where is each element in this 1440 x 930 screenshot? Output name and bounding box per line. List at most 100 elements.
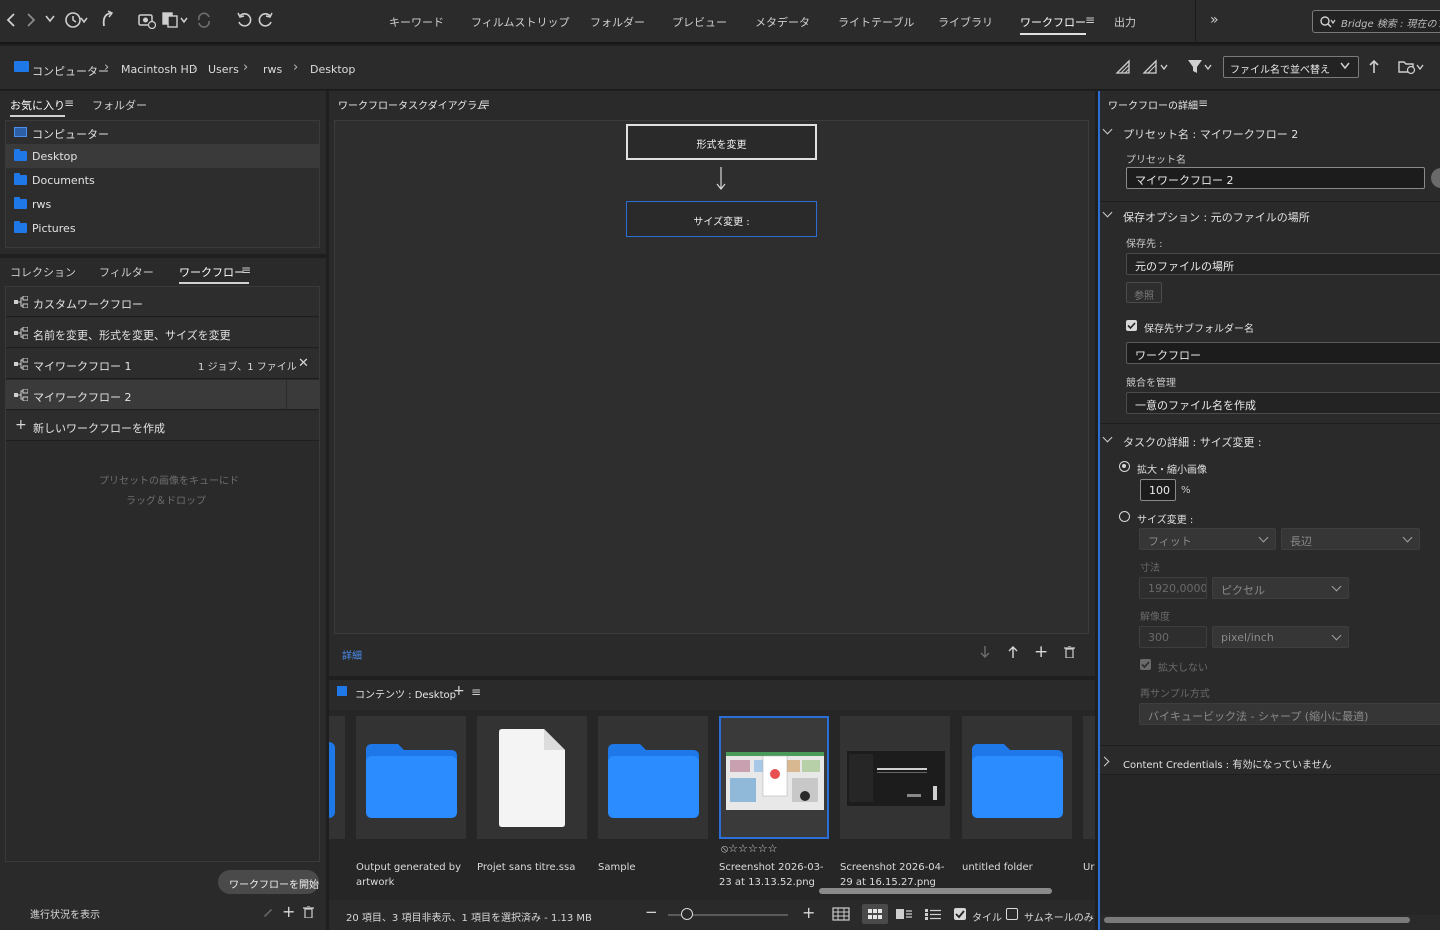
tab-favorites[interactable]: お気に入り bbox=[10, 97, 65, 117]
panel-menu-icon[interactable]: ≡ bbox=[1198, 96, 1208, 110]
rotate-right-icon[interactable] bbox=[258, 11, 274, 29]
favorite-rws[interactable]: rws bbox=[6, 192, 319, 216]
trash-icon[interactable] bbox=[303, 906, 314, 918]
task-details-header[interactable]: タスクの詳細 : サイズ変更 : bbox=[1123, 434, 1262, 450]
nav-preview[interactable]: プレビュー bbox=[672, 14, 727, 30]
nav-filmstrip[interactable]: フィルムストリップ bbox=[471, 14, 570, 30]
more-workspaces-icon[interactable]: » bbox=[1210, 12, 1219, 28]
grid-lock-icon[interactable] bbox=[832, 907, 850, 921]
favorite-desktop[interactable]: Desktop bbox=[6, 144, 319, 168]
nav-metadata[interactable]: メタデータ bbox=[755, 14, 810, 30]
panel-menu-icon[interactable]: ≡ bbox=[241, 263, 251, 277]
zoom-out-icon[interactable]: − bbox=[645, 903, 658, 921]
workflow-item-my-workflow-1[interactable]: マイワークフロー 1 1 ジョブ、1 ファイル ✕ bbox=[6, 349, 319, 379]
browse-button[interactable]: 参照 bbox=[1126, 282, 1162, 303]
refine-icon[interactable] bbox=[162, 11, 190, 29]
resolution-unit-select[interactable]: pixel/inch bbox=[1212, 626, 1349, 648]
preset-section-header[interactable]: プリセット名 : マイワークフロー 2 bbox=[1123, 126, 1298, 142]
breadcrumb-rws[interactable]: rws bbox=[263, 63, 282, 76]
bridge-search-input[interactable]: Bridge 検索 : 現在のフ... bbox=[1312, 10, 1440, 33]
tab-workflow[interactable]: ワークフロー bbox=[179, 264, 249, 284]
camera-import-icon[interactable] bbox=[138, 11, 156, 29]
diagram-step-format[interactable]: 形式を変更 bbox=[626, 124, 817, 160]
filter-icon[interactable] bbox=[1187, 58, 1215, 76]
horizontal-scrollbar[interactable] bbox=[819, 888, 1052, 894]
create-new-workflow[interactable]: + 新しいワークフローを作成 bbox=[6, 411, 319, 441]
nav-output[interactable]: 出力 bbox=[1114, 14, 1136, 30]
resolution-input[interactable]: 300 bbox=[1139, 626, 1207, 648]
breadcrumb-macintosh-hd[interactable]: Macintosh HD bbox=[121, 63, 197, 76]
tab-folders[interactable]: フォルダー bbox=[92, 97, 147, 113]
no-enlarge-checkbox[interactable] bbox=[1140, 659, 1151, 670]
content-item-partial[interactable] bbox=[329, 716, 345, 839]
trash-icon[interactable] bbox=[1064, 646, 1075, 658]
open-recent-folder-icon[interactable] bbox=[1398, 58, 1426, 76]
panel-menu-icon[interactable]: ≡ bbox=[471, 685, 481, 699]
rotate-left-icon[interactable] bbox=[236, 11, 252, 29]
save-to-select[interactable]: 元のファイルの場所 bbox=[1126, 253, 1440, 275]
show-progress-link[interactable]: 進行状況を表示 bbox=[30, 906, 100, 921]
content-item-folder[interactable] bbox=[356, 716, 466, 839]
content-item-image-selected[interactable] bbox=[719, 716, 829, 839]
favorite-pictures[interactable]: Pictures bbox=[6, 216, 319, 240]
breadcrumb-computer[interactable]: コンピューター bbox=[32, 63, 109, 79]
content-credentials-header[interactable]: Content Credentials : 有効になっていません bbox=[1123, 756, 1332, 771]
zoom-in-icon[interactable]: + bbox=[802, 903, 815, 922]
diagram-step-resize[interactable]: サイズ変更 : bbox=[626, 201, 817, 237]
content-item-folder[interactable] bbox=[598, 716, 708, 839]
scale-percent-input[interactable]: 100 bbox=[1140, 479, 1176, 501]
tab-collections[interactable]: コレクション bbox=[10, 264, 76, 280]
breadcrumb-users[interactable]: Users bbox=[208, 63, 239, 76]
edge-select[interactable]: 長辺 bbox=[1281, 528, 1420, 550]
back-icon[interactable] bbox=[6, 12, 16, 28]
nav-workflow[interactable]: ワークフロー bbox=[1020, 14, 1086, 35]
panel-menu-icon[interactable]: ≡ bbox=[64, 96, 74, 110]
nav-keyword[interactable]: キーワード bbox=[389, 14, 444, 30]
add-task-icon[interactable]: + bbox=[1034, 642, 1048, 662]
dimension-input[interactable]: 1920,0000 bbox=[1139, 577, 1207, 599]
preset-name-input[interactable]: マイワークフロー 2 bbox=[1126, 167, 1425, 189]
workspace-menu-icon[interactable]: ≡ bbox=[1085, 13, 1095, 27]
fit-select[interactable]: フィット bbox=[1139, 528, 1276, 550]
details-link[interactable]: 詳細 bbox=[342, 647, 362, 662]
rating-stars[interactable]: ⦸☆☆☆☆☆ bbox=[721, 842, 777, 856]
move-down-icon[interactable] bbox=[979, 645, 991, 659]
move-up-icon[interactable] bbox=[1007, 645, 1019, 659]
workflow-item-custom[interactable]: カスタムワークフロー bbox=[6, 287, 319, 317]
return-icon[interactable] bbox=[100, 10, 114, 30]
tile-checkbox[interactable] bbox=[954, 908, 966, 920]
resample-select[interactable]: バイキュービック法 - シャープ (縮小に最適) bbox=[1139, 703, 1440, 725]
panel-menu-icon[interactable]: ≡ bbox=[480, 96, 490, 110]
view-list-icon[interactable] bbox=[924, 907, 942, 921]
content-item-folder[interactable] bbox=[962, 716, 1072, 839]
content-item-file[interactable] bbox=[477, 716, 587, 839]
forward-icon[interactable] bbox=[26, 12, 36, 28]
sync-icon[interactable] bbox=[196, 11, 212, 29]
content-item-partial[interactable] bbox=[1083, 716, 1095, 839]
add-tab-icon[interactable]: + bbox=[453, 683, 465, 699]
nav-folders[interactable]: フォルダー bbox=[590, 14, 645, 30]
start-workflow-button[interactable]: ワークフローを開始 bbox=[218, 870, 319, 894]
favorite-documents[interactable]: Documents bbox=[6, 168, 319, 192]
sort-rating-icon[interactable] bbox=[1142, 59, 1170, 75]
sort-ascending-icon[interactable] bbox=[1368, 59, 1380, 75]
favorite-computer[interactable]: コンピューター bbox=[6, 120, 319, 144]
breadcrumb-desktop[interactable]: Desktop bbox=[310, 63, 355, 76]
edit-icon[interactable] bbox=[262, 906, 274, 918]
subfolder-name-input[interactable]: ワークフロー bbox=[1126, 342, 1440, 364]
tab-filter[interactable]: フィルター bbox=[99, 264, 154, 280]
subfolder-checkbox[interactable] bbox=[1126, 320, 1137, 331]
workflow-item-rename-format-resize[interactable]: 名前を変更、形式を変更、サイズを変更 bbox=[6, 318, 319, 348]
nav-light-table[interactable]: ライトテーブル bbox=[838, 14, 914, 30]
sort-by-select[interactable]: ファイル名で並べ替え bbox=[1223, 56, 1359, 78]
nav-library[interactable]: ライブラリ bbox=[938, 14, 993, 30]
conflict-select[interactable]: 一意のファイル名を作成 bbox=[1126, 392, 1440, 414]
dimension-unit-select[interactable]: ピクセル bbox=[1212, 577, 1349, 599]
horizontal-scrollbar[interactable] bbox=[1104, 917, 1410, 923]
view-details-icon[interactable] bbox=[895, 907, 913, 921]
content-item-image[interactable] bbox=[840, 716, 950, 839]
workflow-item-my-workflow-2[interactable]: マイワークフロー 2 bbox=[6, 380, 319, 410]
close-icon[interactable]: ✕ bbox=[298, 356, 309, 371]
scale-radio[interactable] bbox=[1119, 461, 1130, 472]
save-options-header[interactable]: 保存オプション : 元のファイルの場所 bbox=[1123, 209, 1310, 225]
